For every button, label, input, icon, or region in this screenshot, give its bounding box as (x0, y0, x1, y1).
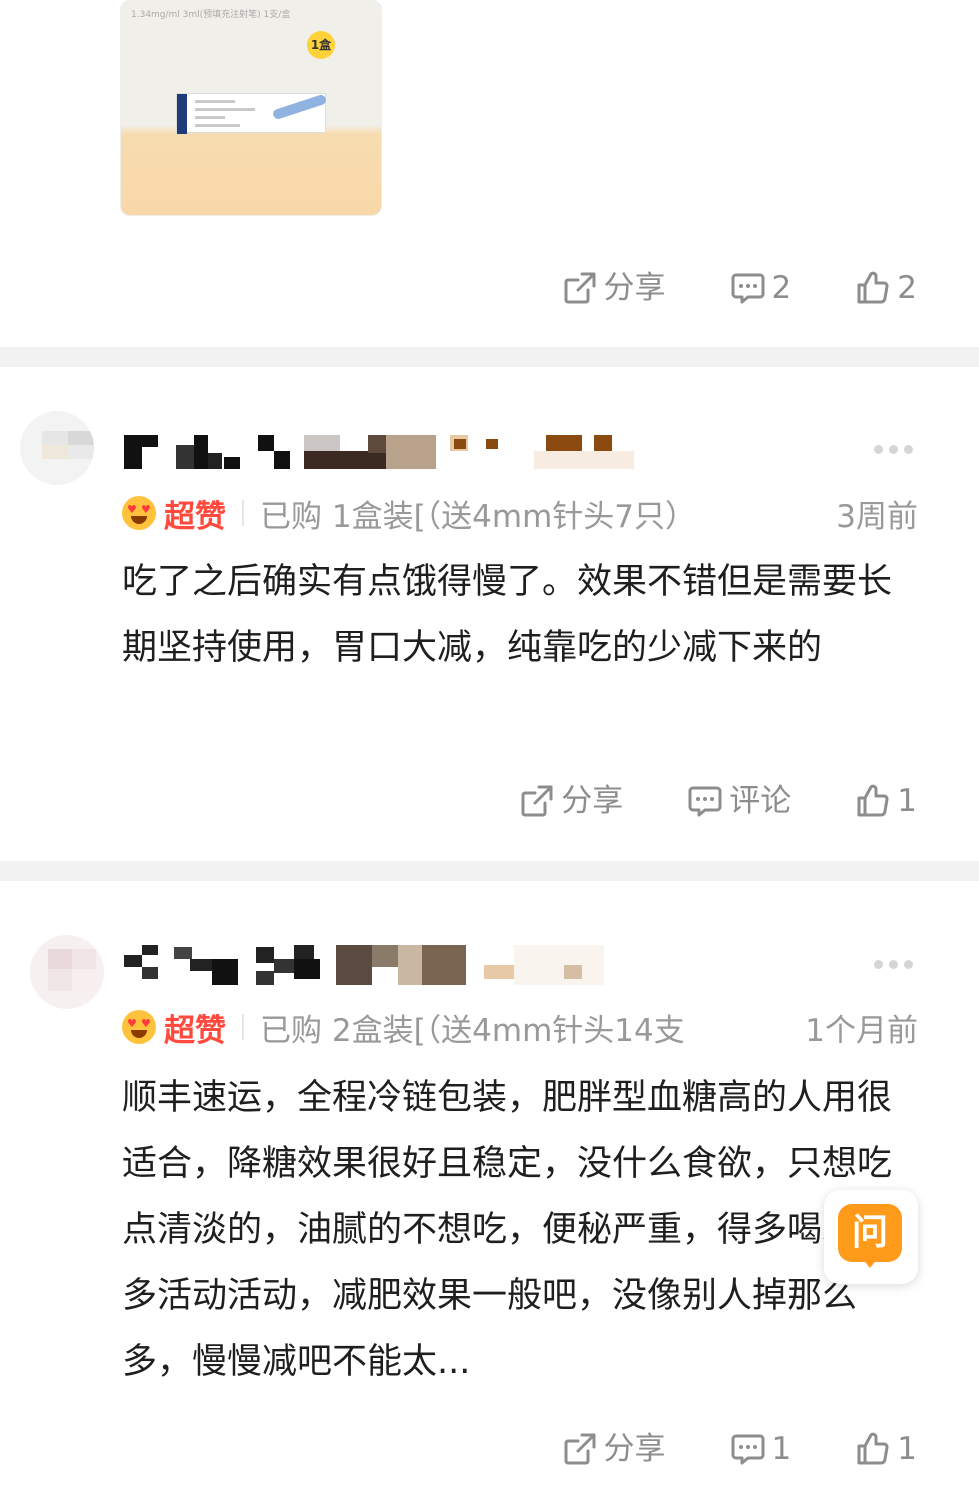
comment-count: 2 (771, 269, 792, 306)
review-time: 1个月前 (805, 1012, 918, 1049)
section-divider (0, 347, 979, 367)
share-icon (564, 272, 596, 304)
review-card: ♥ ♥ 超赞 已购 1盒装[（送4mm针头7只） 3周前 吃了之后确实有点饿得慢了… (0, 367, 979, 861)
section-divider (0, 861, 979, 881)
share-button[interactable]: 分享 (562, 1431, 666, 1467)
review-time: 3周前 (836, 498, 918, 535)
avatar[interactable] (30, 935, 104, 1009)
meta-divider (242, 1014, 244, 1040)
rating-badge: 超赞 (164, 498, 226, 535)
share-label: 分享 (561, 782, 624, 819)
comment-button[interactable]: 评论 (687, 783, 791, 819)
share-button[interactable]: 分享 (519, 783, 623, 819)
speech-bubble-tail-icon (862, 1258, 878, 1268)
previous-review-footer: 1.34mg/ml 3ml(预填充注射笔) 1支/盒 1盒 分享 2 2 (0, 0, 979, 347)
comment-label: 评论 (729, 782, 792, 819)
product-image[interactable]: 1.34mg/ml 3ml(预填充注射笔) 1支/盒 1盒 (120, 0, 382, 216)
like-count: 1 (897, 1430, 917, 1467)
comment-icon (731, 1434, 765, 1465)
action-bar: 分享 1 1 (562, 1429, 917, 1469)
thumbs-up-icon (857, 1432, 889, 1465)
review-meta: ♥ ♥ 超赞 已购 1盒装[（送4mm针头7只） 3周前 (122, 493, 918, 535)
review-card: ♥ ♥ 超赞 已购 2盒装[（送4mm针头14支 1个月前 顺丰速运，全程冷链包装… (0, 881, 979, 1485)
share-label: 分享 (603, 269, 666, 306)
share-icon (521, 785, 553, 817)
more-options-icon[interactable] (874, 444, 918, 454)
like-button[interactable]: 1 (855, 783, 917, 819)
heart-eyes-emoji-icon: ♥ ♥ (122, 1010, 156, 1044)
meta-divider (242, 500, 244, 526)
rating-badge: 超赞 (164, 1012, 226, 1049)
review-content: 顺丰速运，全程冷链包装，肥胖型血糖高的人用很适合，降糖效果很好且稳定，没什么食欲… (122, 1078, 893, 1382)
review-meta: ♥ ♥ 超赞 已购 2盒装[（送4mm针头14支 1个月前 (122, 1007, 918, 1049)
thumbs-up-icon (857, 271, 889, 304)
share-icon (564, 1433, 596, 1465)
ask-label: 问 (838, 1204, 902, 1262)
like-count: 1 (897, 782, 917, 819)
like-button[interactable]: 1 (855, 1431, 917, 1467)
comment-icon (688, 786, 722, 817)
comment-count: 1 (771, 1430, 792, 1467)
comment-icon (731, 273, 765, 304)
like-count: 2 (897, 269, 917, 306)
action-bar: 分享 评论 1 (519, 781, 917, 821)
like-button[interactable]: 2 (855, 270, 917, 306)
comment-button[interactable]: 1 (730, 1430, 792, 1467)
product-spec-text: 1.34mg/ml 3ml(预填充注射笔) 1支/盒 (131, 10, 291, 20)
heart-eyes-emoji-icon: ♥ ♥ (122, 496, 156, 530)
action-bar: 分享 2 2 (562, 268, 917, 308)
review-content: 吃了之后确实有点饿得慢了。效果不错但是需要长期坚持使用，胃口大减，纯靠吃的少减下… (122, 562, 893, 668)
purchased-variant: 已购 1盒装[（送4mm针头7只） (260, 498, 697, 535)
purchased-variant: 已购 2盒装[（送4mm针头14支 (260, 1012, 685, 1049)
avatar[interactable] (20, 411, 94, 485)
thumbs-up-icon (857, 784, 889, 817)
more-options-icon[interactable] (874, 959, 918, 969)
share-button[interactable]: 分享 (562, 270, 666, 306)
share-label: 分享 (603, 1430, 666, 1467)
product-package-illustration (176, 93, 328, 134)
comment-button[interactable]: 2 (730, 269, 792, 306)
ask-question-button[interactable]: 问 (824, 1190, 918, 1284)
quantity-badge: 1盒 (307, 31, 335, 59)
username-redacted (124, 945, 604, 985)
username-redacted (124, 435, 634, 469)
